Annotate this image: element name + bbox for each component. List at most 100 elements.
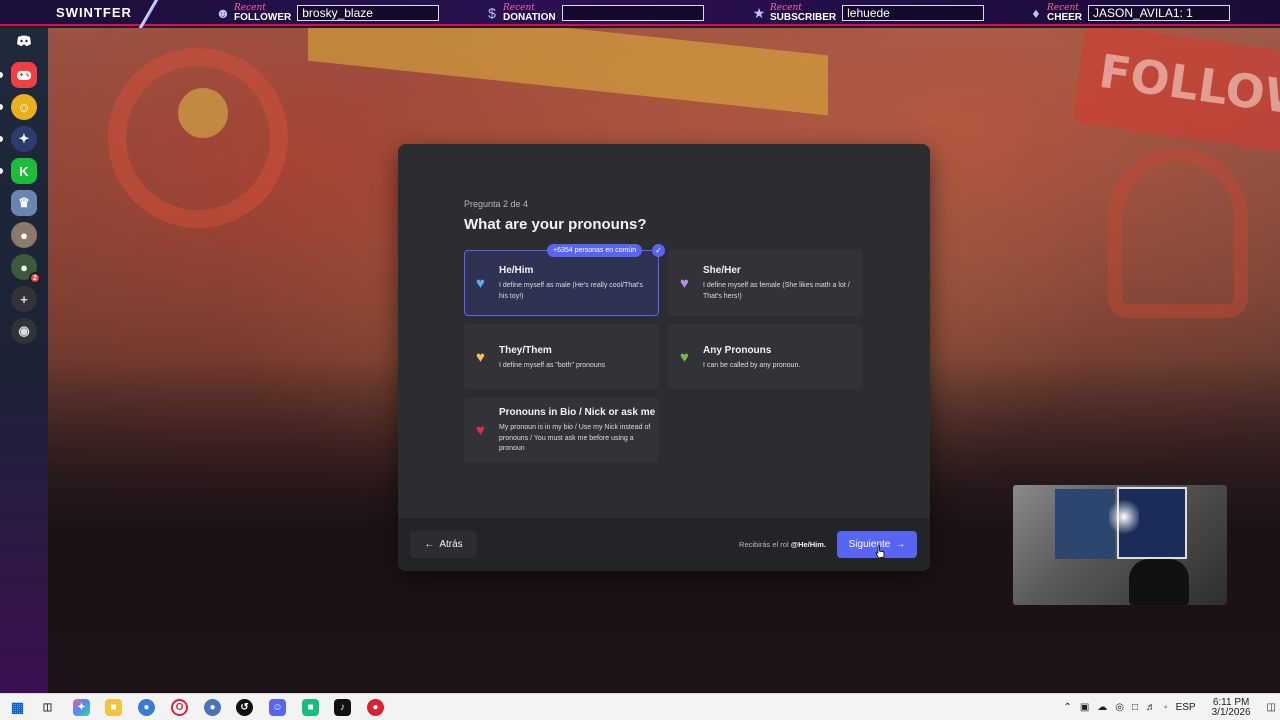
green-heart-icon: ♥ <box>680 349 689 366</box>
option-they-them[interactable]: ♥ They/Them I define myself as "both" pr… <box>464 324 659 389</box>
chevron-up-icon[interactable]: ⌃ <box>1063 702 1071 713</box>
cloud-icon[interactable]: ☁ <box>1097 702 1107 713</box>
arrow-left-icon: ← <box>424 539 435 550</box>
option-title: Pronouns in Bio / Nick or ask me <box>499 407 656 418</box>
server-rail: ☺ ✦ K ♛ ● ● 2 + ◉ <box>0 28 48 693</box>
option-pronouns-in-bio[interactable]: ♥ Pronouns in Bio / Nick or ask me My pr… <box>464 397 659 463</box>
option-she-her[interactable]: ♥ She/Her I define myself as female (She… <box>668 250 863 316</box>
cheer-value: JASON_AVILA1: 1 <box>1088 5 1231 21</box>
recent-donation: $ Recent DONATION <box>483 2 704 24</box>
donation-label: DONATION <box>503 12 556 23</box>
blue-heart-icon: ♥ <box>476 275 485 292</box>
recent-subscriber: ★ Recent SUBSCRIBER lehuede <box>750 2 985 24</box>
server-icon[interactable] <box>11 62 37 88</box>
back-button[interactable]: ← Atrás <box>410 531 477 558</box>
add-server-icon[interactable]: + <box>11 286 37 312</box>
yellow-heart-icon: ♥ <box>476 349 485 366</box>
unread-indicator <box>0 168 3 174</box>
record-app-icon[interactable]: ● <box>367 699 384 716</box>
tiktok-icon[interactable]: ♪ <box>334 699 351 716</box>
discord-taskbar-icon[interactable]: ☺ <box>269 699 286 716</box>
discord-home-icon[interactable] <box>11 28 37 54</box>
star-icon: ★ <box>752 4 766 21</box>
wifi-icon[interactable]: ◦ <box>1164 702 1168 713</box>
option-title: He/Him <box>499 265 534 276</box>
subscriber-value: lehuede <box>842 5 985 21</box>
cheer-label: CHEER <box>1047 12 1083 23</box>
option-he-him[interactable]: +6354 personas en común ✓ ♥ He/Him I def… <box>464 244 665 316</box>
task-view-icon[interactable]: ◫ <box>39 699 56 716</box>
system-tray: ⌃ ▣ ☁ ◎ □ ♬ ◦ ESP 6:11 PM 3/1/2026 ◫ <box>1059 694 1280 720</box>
clock[interactable]: 6:11 PM 3/1/2026 <box>1208 696 1255 718</box>
question-step: Pregunta 2 de 4 <box>464 199 529 209</box>
background-shape <box>1108 148 1248 318</box>
option-description: I define myself as female (She likes mat… <box>703 282 850 300</box>
notification-icon[interactable]: ◫ <box>1267 702 1276 713</box>
role-note-prefix: Recibirás el rol <box>739 540 789 549</box>
tray-app-icon[interactable]: □ <box>1132 702 1138 713</box>
brand-slash-decoration <box>130 0 170 29</box>
unread-indicator <box>0 136 3 142</box>
hand-cursor-icon <box>875 545 885 559</box>
webcam-scene-light <box>1109 497 1139 537</box>
onboarding-modal: Pregunta 2 de 4 What are your pronouns? … <box>398 144 930 571</box>
opera-icon[interactable]: O <box>171 699 188 716</box>
modal-body: Pregunta 2 de 4 What are your pronouns? … <box>398 144 930 518</box>
taskbar: ▦ ◫ ✦ ■ ● O ● ↺ ☺ ■ ♪ ● ⌃ ▣ ☁ ◎ □ ♬ ◦ ES… <box>0 693 1280 720</box>
background-shape <box>178 88 228 138</box>
browser-icon[interactable]: ● <box>138 699 155 716</box>
webcam-overlay <box>1013 485 1227 605</box>
unread-indicator <box>0 72 3 78</box>
user-plus-icon: ☻ <box>215 5 231 21</box>
option-any-pronouns[interactable]: ♥ Any Pronouns I can be called by any pr… <box>668 324 863 389</box>
server-icon[interactable]: ✦ <box>11 126 37 152</box>
tray-app-icon[interactable]: ▣ <box>1080 702 1089 713</box>
copilot-icon[interactable]: ✦ <box>73 699 90 716</box>
purple-heart-icon: ♥ <box>680 275 689 292</box>
volume-icon[interactable]: ♬ <box>1146 702 1156 713</box>
recent-follower: ☻ Recent FOLLOWER brosky_blaze <box>214 2 440 24</box>
server-icon[interactable]: ♛ <box>11 190 37 216</box>
microphone-icon[interactable]: ◎ <box>1115 702 1124 713</box>
follower-label: FOLLOWER <box>234 12 292 23</box>
app-icon[interactable]: ■ <box>302 699 319 716</box>
explore-icon[interactable]: ◉ <box>11 318 37 344</box>
app-icon[interactable]: ● <box>204 699 221 716</box>
option-description: I can be called by any pronoun. <box>703 362 801 369</box>
server-icon[interactable]: ● <box>11 222 37 248</box>
option-title: She/Her <box>703 265 741 276</box>
modal-footer: ← Atrás Recibirás el rol @He/Him. Siguie… <box>398 518 930 571</box>
bits-icon: ♦ <box>1032 5 1040 21</box>
brand-text: SWINTFER <box>56 4 132 20</box>
webcam-scene-chair <box>1129 559 1189 605</box>
brand-logo: SWINTFER <box>0 0 170 29</box>
option-description: I define myself as "both" pronouns <box>499 362 606 369</box>
server-icon[interactable]: K <box>11 158 37 184</box>
common-count-badge: +6354 personas en común <box>547 244 643 257</box>
recent-cheer: ♦ Recent CHEER JASON_AVILA1: 1 <box>1027 2 1231 24</box>
file-explorer-icon[interactable]: ■ <box>105 699 122 716</box>
option-title: They/Them <box>499 345 552 356</box>
check-icon: ✓ <box>652 244 665 257</box>
role-name: @He/Him. <box>790 540 826 549</box>
webcam-scene-poster <box>1055 489 1115 559</box>
language-indicator[interactable]: ESP <box>1176 702 1196 713</box>
server-icon[interactable]: ● 2 <box>11 254 41 284</box>
subscriber-label: SUBSCRIBER <box>770 12 837 23</box>
stream-overlay-bar: SWINTFER ☻ Recent FOLLOWER brosky_blaze … <box>0 0 1280 29</box>
background-shape <box>108 48 288 228</box>
windows-start-icon[interactable]: ▦ <box>9 699 26 716</box>
follower-value: brosky_blaze <box>297 5 440 21</box>
back-button-label: Atrás <box>439 539 463 550</box>
role-note: Recibirás el rol @He/Him. <box>739 540 826 549</box>
mention-badge: 2 <box>29 272 41 284</box>
server-icon[interactable]: ☺ <box>11 94 37 120</box>
red-heart-icon: ♥ <box>476 422 485 439</box>
app-icon[interactable]: ↺ <box>236 699 253 716</box>
background-shape <box>308 28 828 116</box>
dollar-icon: $ <box>488 5 496 21</box>
clock-time: 6:11 PM <box>1212 696 1250 708</box>
option-description: I define myself as male (He's really coo… <box>499 282 643 300</box>
donation-value <box>561 5 704 21</box>
arrow-right-icon: → <box>895 539 906 550</box>
